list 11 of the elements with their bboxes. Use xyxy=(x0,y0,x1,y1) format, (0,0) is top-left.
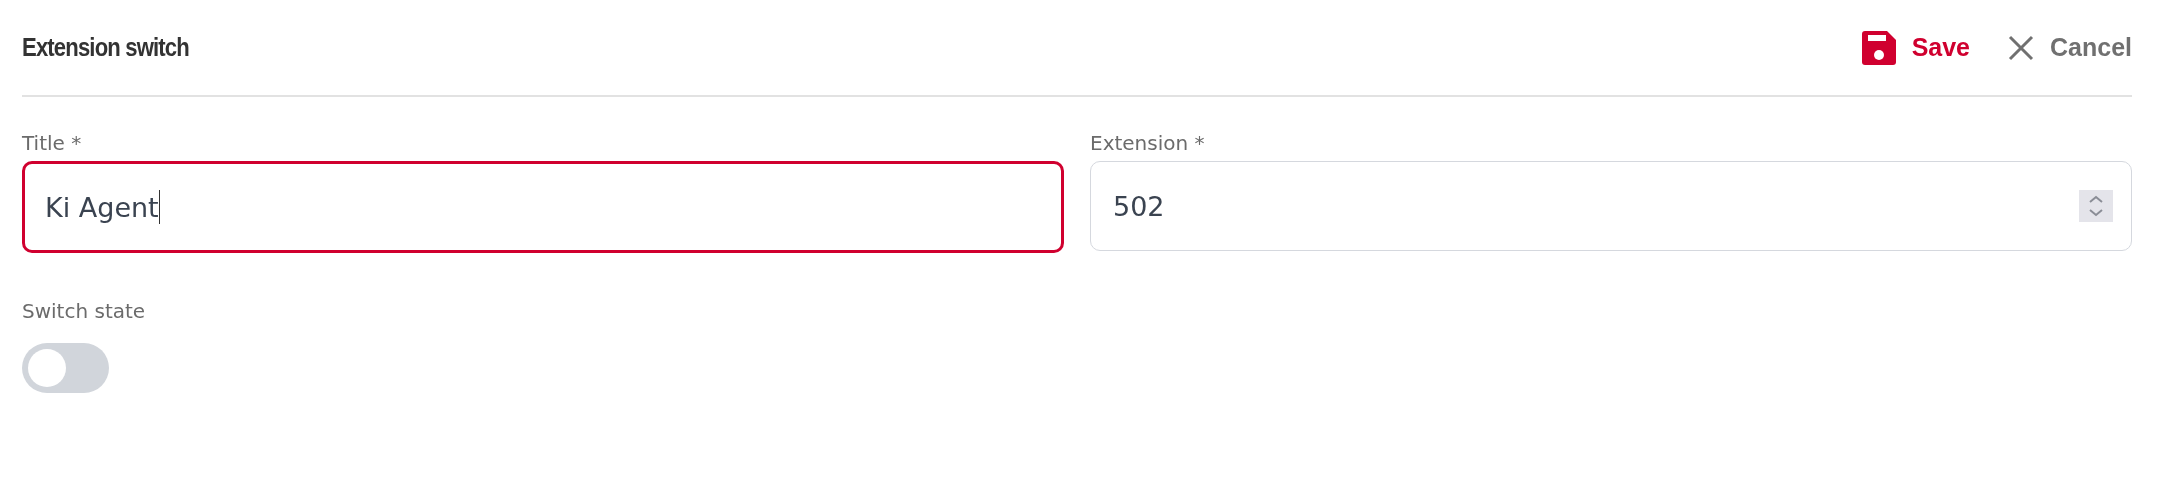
up-down-chevron-icon xyxy=(2079,190,2113,222)
field-label: Title * xyxy=(22,131,82,155)
form-title: Extension switch xyxy=(22,32,189,63)
toggle-switch[interactable] xyxy=(22,343,109,393)
cancel-button[interactable]: Cancel xyxy=(2008,33,2132,62)
number-input-field[interactable]: 502 xyxy=(1090,161,2132,251)
close-icon xyxy=(2008,34,2034,61)
text-input-field[interactable]: Ki Agent xyxy=(22,161,1064,253)
field-label: Extension * xyxy=(1090,131,1205,155)
save-button[interactable]: Save xyxy=(1861,30,1970,65)
switch-label: Switch state xyxy=(22,299,146,323)
